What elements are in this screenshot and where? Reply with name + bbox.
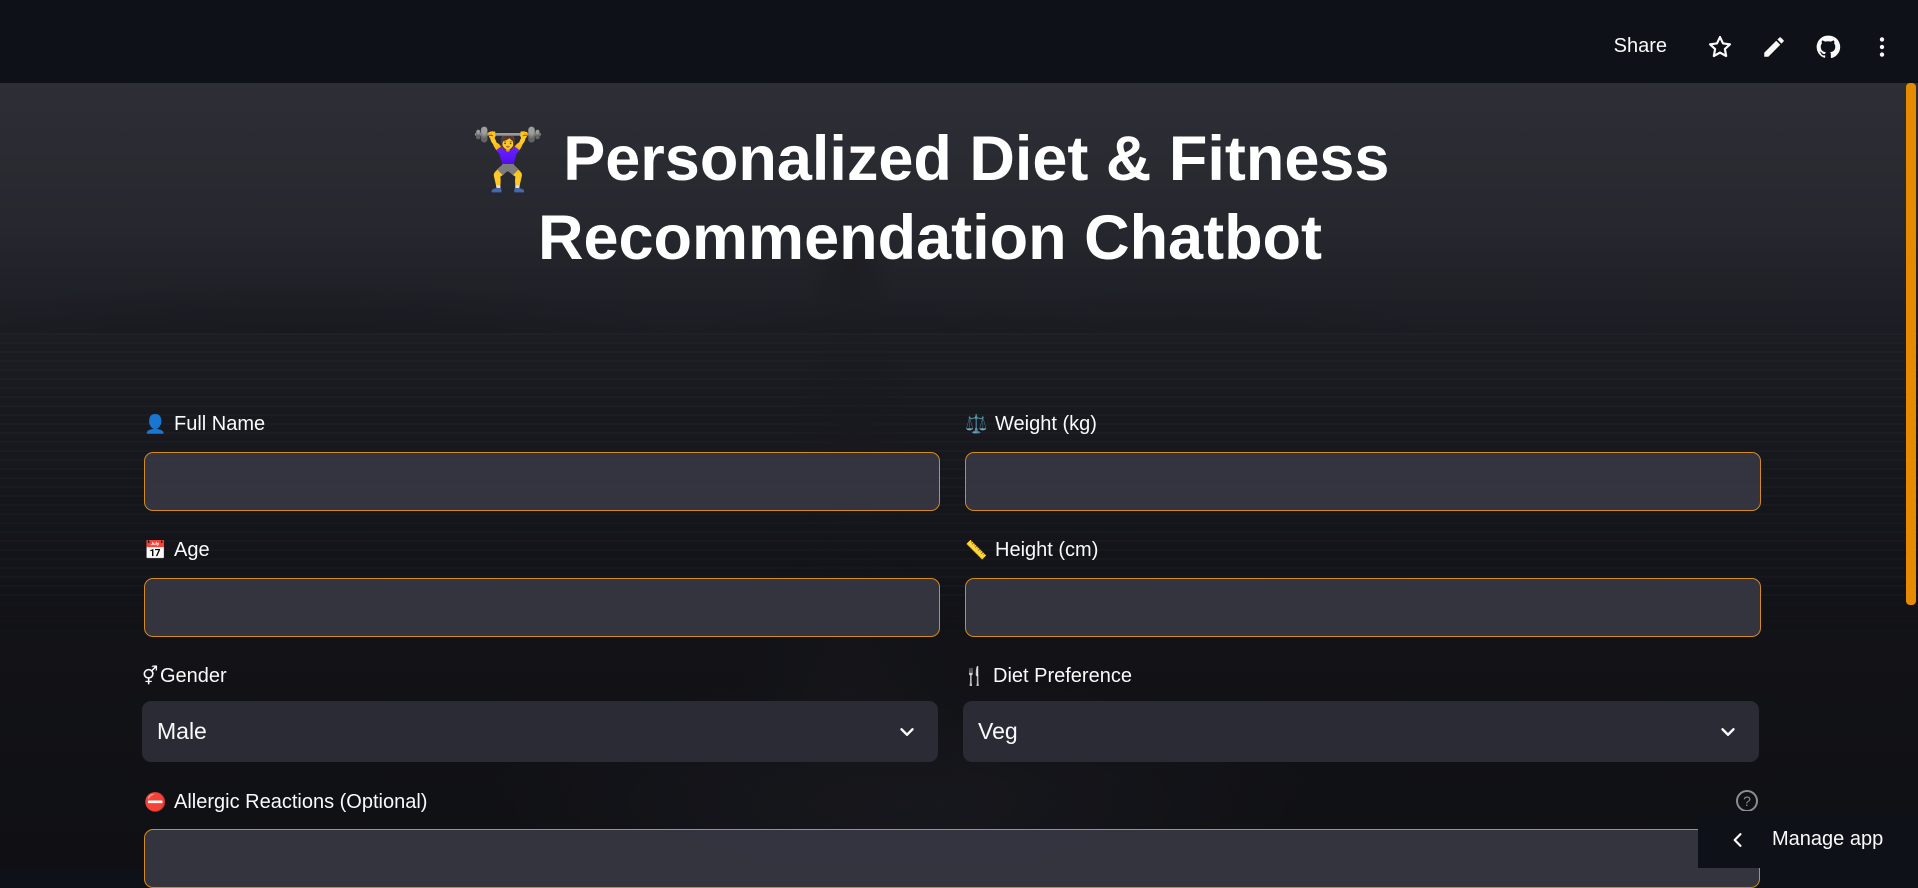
more-vert-icon[interactable] <box>1855 20 1909 74</box>
diet-preference-select[interactable]: Veg <box>963 701 1759 762</box>
height-input[interactable] <box>965 578 1761 637</box>
github-icon[interactable] <box>1801 20 1855 74</box>
diet-preference-field: 🍴 Diet Preference Veg <box>963 662 1759 762</box>
share-button[interactable]: Share <box>1602 35 1679 58</box>
weight-field: ⚖️ Weight (kg) <box>965 410 1761 511</box>
chevron-down-icon <box>900 727 914 736</box>
height-label-text: Height (cm) <box>995 538 1099 561</box>
no-entry-icon: ⛔ <box>144 791 167 812</box>
full-name-label-text: Full Name <box>174 412 266 435</box>
weight-label-text: Weight (kg) <box>995 412 1097 435</box>
manage-app-button[interactable]: Manage app <box>1698 811 1918 868</box>
diet-selected-value: Veg <box>978 718 1018 744</box>
calendar-icon: 📅 <box>144 539 167 560</box>
height-field: 📏 Height (cm) <box>965 536 1761 637</box>
gender-label-text: Gender <box>160 664 227 687</box>
age-label: 📅 Age <box>144 536 940 564</box>
age-field: 📅 Age <box>144 536 940 637</box>
age-input[interactable] <box>144 578 940 637</box>
help-icon[interactable]: ? <box>1736 790 1758 812</box>
chevron-down-icon <box>1721 727 1735 736</box>
allergies-label-text: Allergic Reactions (Optional) <box>174 790 428 813</box>
allergies-field: ⛔ Allergic Reactions (Optional) <box>144 788 1760 888</box>
gender-select[interactable]: Male <box>142 701 938 762</box>
weight-label: ⚖️ Weight (kg) <box>965 410 1761 438</box>
full-name-input[interactable] <box>144 452 940 511</box>
gender-selected-value: Male <box>157 718 207 744</box>
fork-knife-icon: 🍴 <box>963 665 986 686</box>
page-title: 🏋️‍♀️ Personalized Diet & Fitness Recomme… <box>230 120 1630 277</box>
pencil-icon[interactable] <box>1747 20 1801 74</box>
scale-icon: ⚖️ <box>965 413 988 434</box>
manage-app-label: Manage app <box>1772 828 1884 850</box>
scrollbar-thumb[interactable] <box>1906 83 1916 605</box>
person-icon: 👤 <box>144 413 167 434</box>
header-actions: Share <box>1602 0 1918 93</box>
chevron-left-icon <box>1733 832 1742 847</box>
diet-preference-label: 🍴 Diet Preference <box>963 662 1759 690</box>
allergies-input[interactable] <box>144 829 1760 888</box>
height-label: 📏 Height (cm) <box>965 536 1761 564</box>
age-label-text: Age <box>174 538 210 561</box>
full-name-field: 👤 Full Name <box>144 410 940 511</box>
weightlifter-icon: 🏋️‍♀️ <box>470 126 546 193</box>
gender-field: ⚥ Gender Male <box>142 662 938 762</box>
diet-preference-label-text: Diet Preference <box>993 664 1132 687</box>
allergies-label: ⛔ Allergic Reactions (Optional) <box>144 788 1760 816</box>
page-title-text: Personalized Diet & Fitness Recommendati… <box>537 124 1390 273</box>
weight-input[interactable] <box>965 452 1761 511</box>
top-header: Share <box>0 0 1918 83</box>
gender-label: ⚥ Gender <box>142 662 938 690</box>
full-name-label: 👤 Full Name <box>144 410 940 438</box>
ruler-icon: 📏 <box>965 539 988 560</box>
star-icon[interactable] <box>1693 20 1747 74</box>
gender-icon: ⚥ <box>142 665 159 686</box>
